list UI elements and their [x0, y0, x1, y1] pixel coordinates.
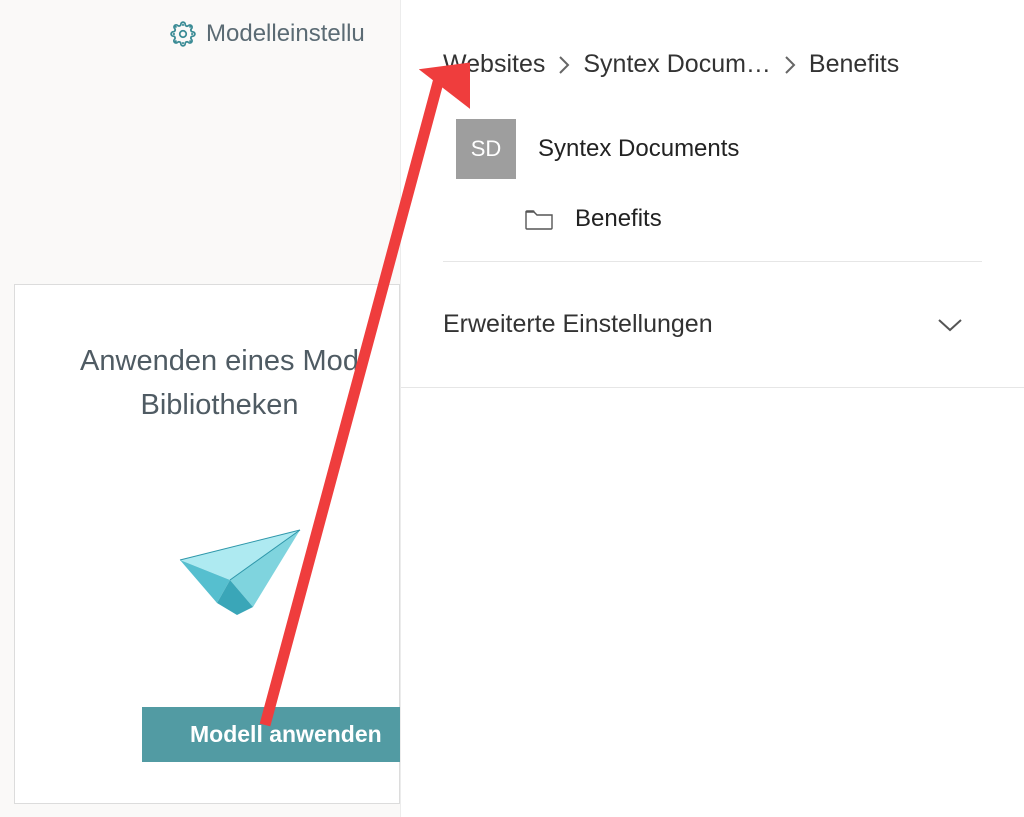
- breadcrumb-websites[interactable]: Websites: [443, 50, 545, 79]
- chevron-right-icon: [783, 54, 797, 76]
- model-settings-link[interactable]: Modelleinstellu: [170, 20, 365, 48]
- breadcrumb-site[interactable]: Syntex Docum…: [583, 50, 771, 79]
- advanced-settings-accordion[interactable]: Erweiterte Einstellungen: [401, 262, 1024, 388]
- apply-panel: Websites Syntex Docum… Benefits SD Synte…: [400, 0, 1024, 817]
- folder-icon: [525, 208, 553, 230]
- breadcrumb: Websites Syntex Docum… Benefits: [401, 0, 1024, 79]
- main-content: Modelleinstellu Anwenden eines Mod Bibli…: [0, 0, 400, 817]
- card-heading-line1: Anwenden eines Mod: [80, 345, 359, 377]
- site-badge: SD: [456, 119, 516, 179]
- site-row: SD Syntex Documents: [401, 79, 1024, 179]
- library-name-label: Benefits: [575, 205, 662, 233]
- breadcrumb-library[interactable]: Benefits: [809, 50, 899, 79]
- apply-model-button[interactable]: Modell anwenden: [142, 707, 417, 762]
- library-row[interactable]: Benefits: [443, 179, 982, 262]
- apply-model-button-label: Modell anwenden: [190, 721, 382, 748]
- model-settings-label: Modelleinstellu: [206, 20, 365, 48]
- site-name-label: Syntex Documents: [538, 135, 739, 163]
- gear-icon: [170, 21, 196, 47]
- card-heading-line2: Bibliotheken: [141, 389, 299, 421]
- chevron-right-icon: [557, 54, 571, 76]
- chevron-down-icon: [936, 316, 964, 334]
- paper-plane-icon: [175, 525, 305, 620]
- advanced-settings-label: Erweiterte Einstellungen: [443, 310, 713, 339]
- apply-model-card: Anwenden eines Mod Bibliotheken Modell a…: [14, 284, 400, 804]
- card-heading: Anwenden eines Mod Bibliotheken: [15, 340, 399, 427]
